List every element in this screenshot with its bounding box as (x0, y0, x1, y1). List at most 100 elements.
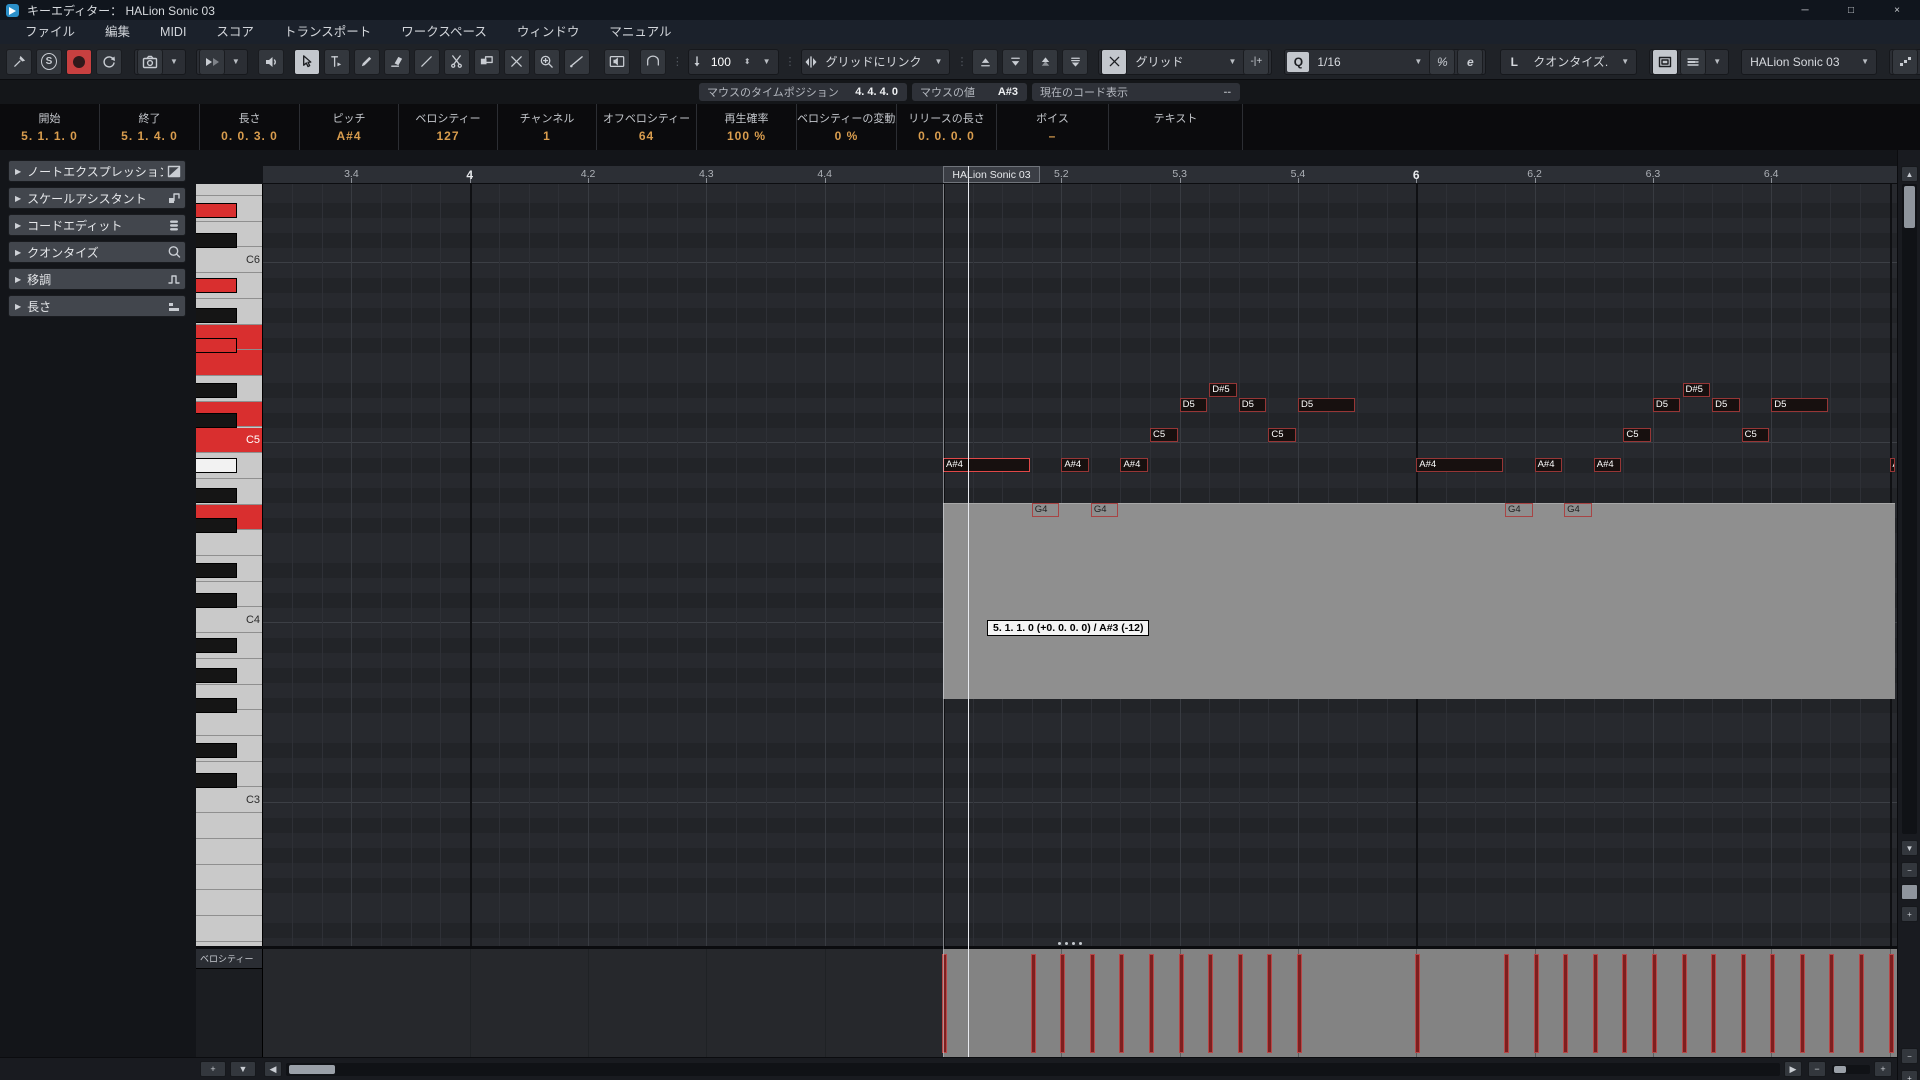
acoustic-feedback-button[interactable] (258, 49, 284, 75)
piano-key-C#4[interactable] (196, 413, 237, 428)
info-field-0[interactable]: 開始5. 1. 1. 0 (0, 104, 100, 150)
velocity-bar[interactable] (1622, 954, 1627, 1053)
line-tool[interactable] (564, 49, 590, 75)
velocity-bar[interactable] (1563, 954, 1568, 1053)
show-part-borders-button[interactable] (1652, 49, 1678, 75)
toolbar-handle[interactable]: ⋮ (954, 55, 968, 68)
midi-note-C5[interactable]: C5 (1268, 428, 1296, 442)
trim-tool[interactable] (324, 49, 350, 75)
independent-loop-button[interactable] (640, 49, 666, 75)
acoustic-feedback-cycle-button[interactable] (96, 49, 122, 75)
piano-key-C6[interactable]: C6 (196, 248, 263, 274)
quantize-panel-button[interactable]: e (1457, 49, 1483, 75)
part-editing-dropdown[interactable]: ▼ (1708, 57, 1726, 66)
velocity-bar[interactable] (1119, 954, 1124, 1053)
toolbar-handle[interactable]: ⋮ (670, 55, 684, 68)
piano-key-G#2[interactable] (196, 668, 237, 683)
midi-note-A#4[interactable]: A#4 (943, 458, 1030, 472)
info-field-value[interactable]: 1 (498, 129, 596, 143)
project-cursor[interactable] (968, 166, 969, 1057)
add-controller-lane-button[interactable]: + (200, 1061, 226, 1077)
quantize-value[interactable]: 1/16 (1311, 55, 1407, 69)
menu-item-0[interactable]: ファイル (10, 20, 90, 44)
midi-note-D5[interactable]: D5 (1180, 398, 1208, 412)
zoom-out-v-button[interactable]: − (1901, 862, 1918, 878)
piano-key-D#2[interactable] (196, 743, 237, 758)
draw-tool[interactable] (354, 49, 380, 75)
midi-note-G4[interactable]: G4 (1091, 503, 1119, 517)
transpose-up-button[interactable] (972, 49, 998, 75)
velocity-bar[interactable] (1652, 954, 1657, 1053)
inspector-panel-scale-assistant[interactable]: ▶スケールアシスタント (8, 187, 186, 209)
midi-note-A#4[interactable]: A#4 (1061, 458, 1089, 472)
active-part-value[interactable]: HALion Sonic 03 (1744, 55, 1854, 69)
glue-tool[interactable] (474, 49, 500, 75)
velocity-bar[interactable] (1267, 954, 1272, 1053)
piano-key-C5[interactable]: C5 (196, 428, 263, 454)
relative-grid-button[interactable]: -|+ (1243, 49, 1269, 75)
inspector-panel-transpose[interactable]: ▶移調 (8, 268, 186, 290)
piano-key-A#3[interactable] (196, 458, 237, 473)
inspector-panel-length[interactable]: ▶長さ (8, 295, 186, 317)
velocity-bar[interactable] (1711, 954, 1716, 1053)
midi-note-A#4[interactable]: A#4 (1120, 458, 1148, 472)
solo-editor-button[interactable]: S (36, 49, 62, 75)
velocity-zoom-in-button[interactable]: + (1901, 1070, 1918, 1080)
piano-key-G#3[interactable] (196, 488, 237, 503)
pitch-visibility-button[interactable] (199, 49, 225, 75)
transpose-octave-down-button[interactable] (1062, 49, 1088, 75)
controller-lane-label[interactable]: ベロシティー (196, 949, 262, 969)
velocity-bar[interactable] (1238, 954, 1243, 1053)
piano-key-F#4[interactable] (196, 338, 237, 353)
zoom-tool[interactable] (534, 49, 560, 75)
transpose-down-button[interactable] (1002, 49, 1028, 75)
step-input-button[interactable] (1892, 49, 1918, 75)
velocity-bar[interactable] (1179, 954, 1184, 1053)
zoom-in-v-button[interactable]: + (1901, 906, 1918, 922)
info-field-10[interactable]: ボイス– (997, 104, 1109, 150)
quantize-dropdown[interactable]: ▼ (1409, 57, 1427, 66)
info-field-2[interactable]: 長さ0. 0. 3. 0 (200, 104, 300, 150)
scroll-down-button[interactable]: ▼ (1901, 840, 1918, 856)
pitch-visibility-dropdown[interactable]: ▼ (227, 57, 245, 66)
link-grid-dropdown[interactable]: ▼ (930, 57, 948, 66)
piano-key-C#3[interactable] (196, 593, 237, 608)
record-in-editor-button[interactable] (66, 49, 92, 75)
piano-key-F2[interactable] (196, 890, 263, 916)
vertical-scrollbar-thumb[interactable] (1904, 186, 1915, 228)
snap-type-dropdown[interactable]: ▼ (1223, 57, 1241, 66)
midi-note-G4[interactable]: G4 (1032, 503, 1060, 517)
scroll-up-button[interactable]: ▲ (1901, 166, 1918, 182)
velocity-bar[interactable] (1770, 954, 1775, 1053)
vertical-zoom-thumb[interactable] (1901, 884, 1918, 900)
menu-item-4[interactable]: トランスポート (269, 20, 386, 44)
info-field-value[interactable]: 64 (597, 129, 696, 143)
info-field-value[interactable]: – (997, 129, 1108, 143)
horizontal-zoom-slider[interactable] (1832, 1065, 1870, 1074)
info-field-1[interactable]: 終了5. 1. 4. 0 (100, 104, 200, 150)
midi-note-A#4[interactable]: A#4 (1890, 458, 1895, 472)
link-grid-value[interactable]: グリッドにリンク (820, 53, 928, 70)
mute-tool[interactable] (504, 49, 530, 75)
info-field-value[interactable]: A#4 (300, 129, 398, 143)
info-field-7[interactable]: 再生確率100 % (697, 104, 797, 150)
midi-note-C5[interactable]: C5 (1150, 428, 1178, 442)
velocity-bar[interactable] (1800, 954, 1805, 1053)
piano-key-G#4[interactable] (196, 308, 237, 323)
piano-key-D#5[interactable] (196, 203, 237, 218)
horizontal-scrollbar[interactable] (286, 1063, 1780, 1076)
menu-item-7[interactable]: マニュアル (594, 20, 686, 44)
transpose-octave-up-button[interactable] (1032, 49, 1058, 75)
velocity-bar[interactable] (1090, 954, 1095, 1053)
velocity-bar[interactable] (1415, 954, 1420, 1053)
snap-on-off-button[interactable] (1101, 49, 1127, 75)
insert-velocity-stepper[interactable]: ⬍ (739, 57, 756, 66)
velocity-bar[interactable] (1534, 954, 1539, 1053)
velocity-bar[interactable] (1208, 954, 1213, 1053)
toolbar-handle[interactable]: ⋮ (783, 55, 797, 68)
zoom-in-h-button[interactable]: + (1874, 1061, 1892, 1077)
maximize-button[interactable]: □ (1828, 0, 1874, 20)
camera-button[interactable] (137, 49, 163, 75)
info-field-value[interactable]: 0 % (797, 129, 896, 143)
velocity-bar[interactable] (1829, 954, 1834, 1053)
